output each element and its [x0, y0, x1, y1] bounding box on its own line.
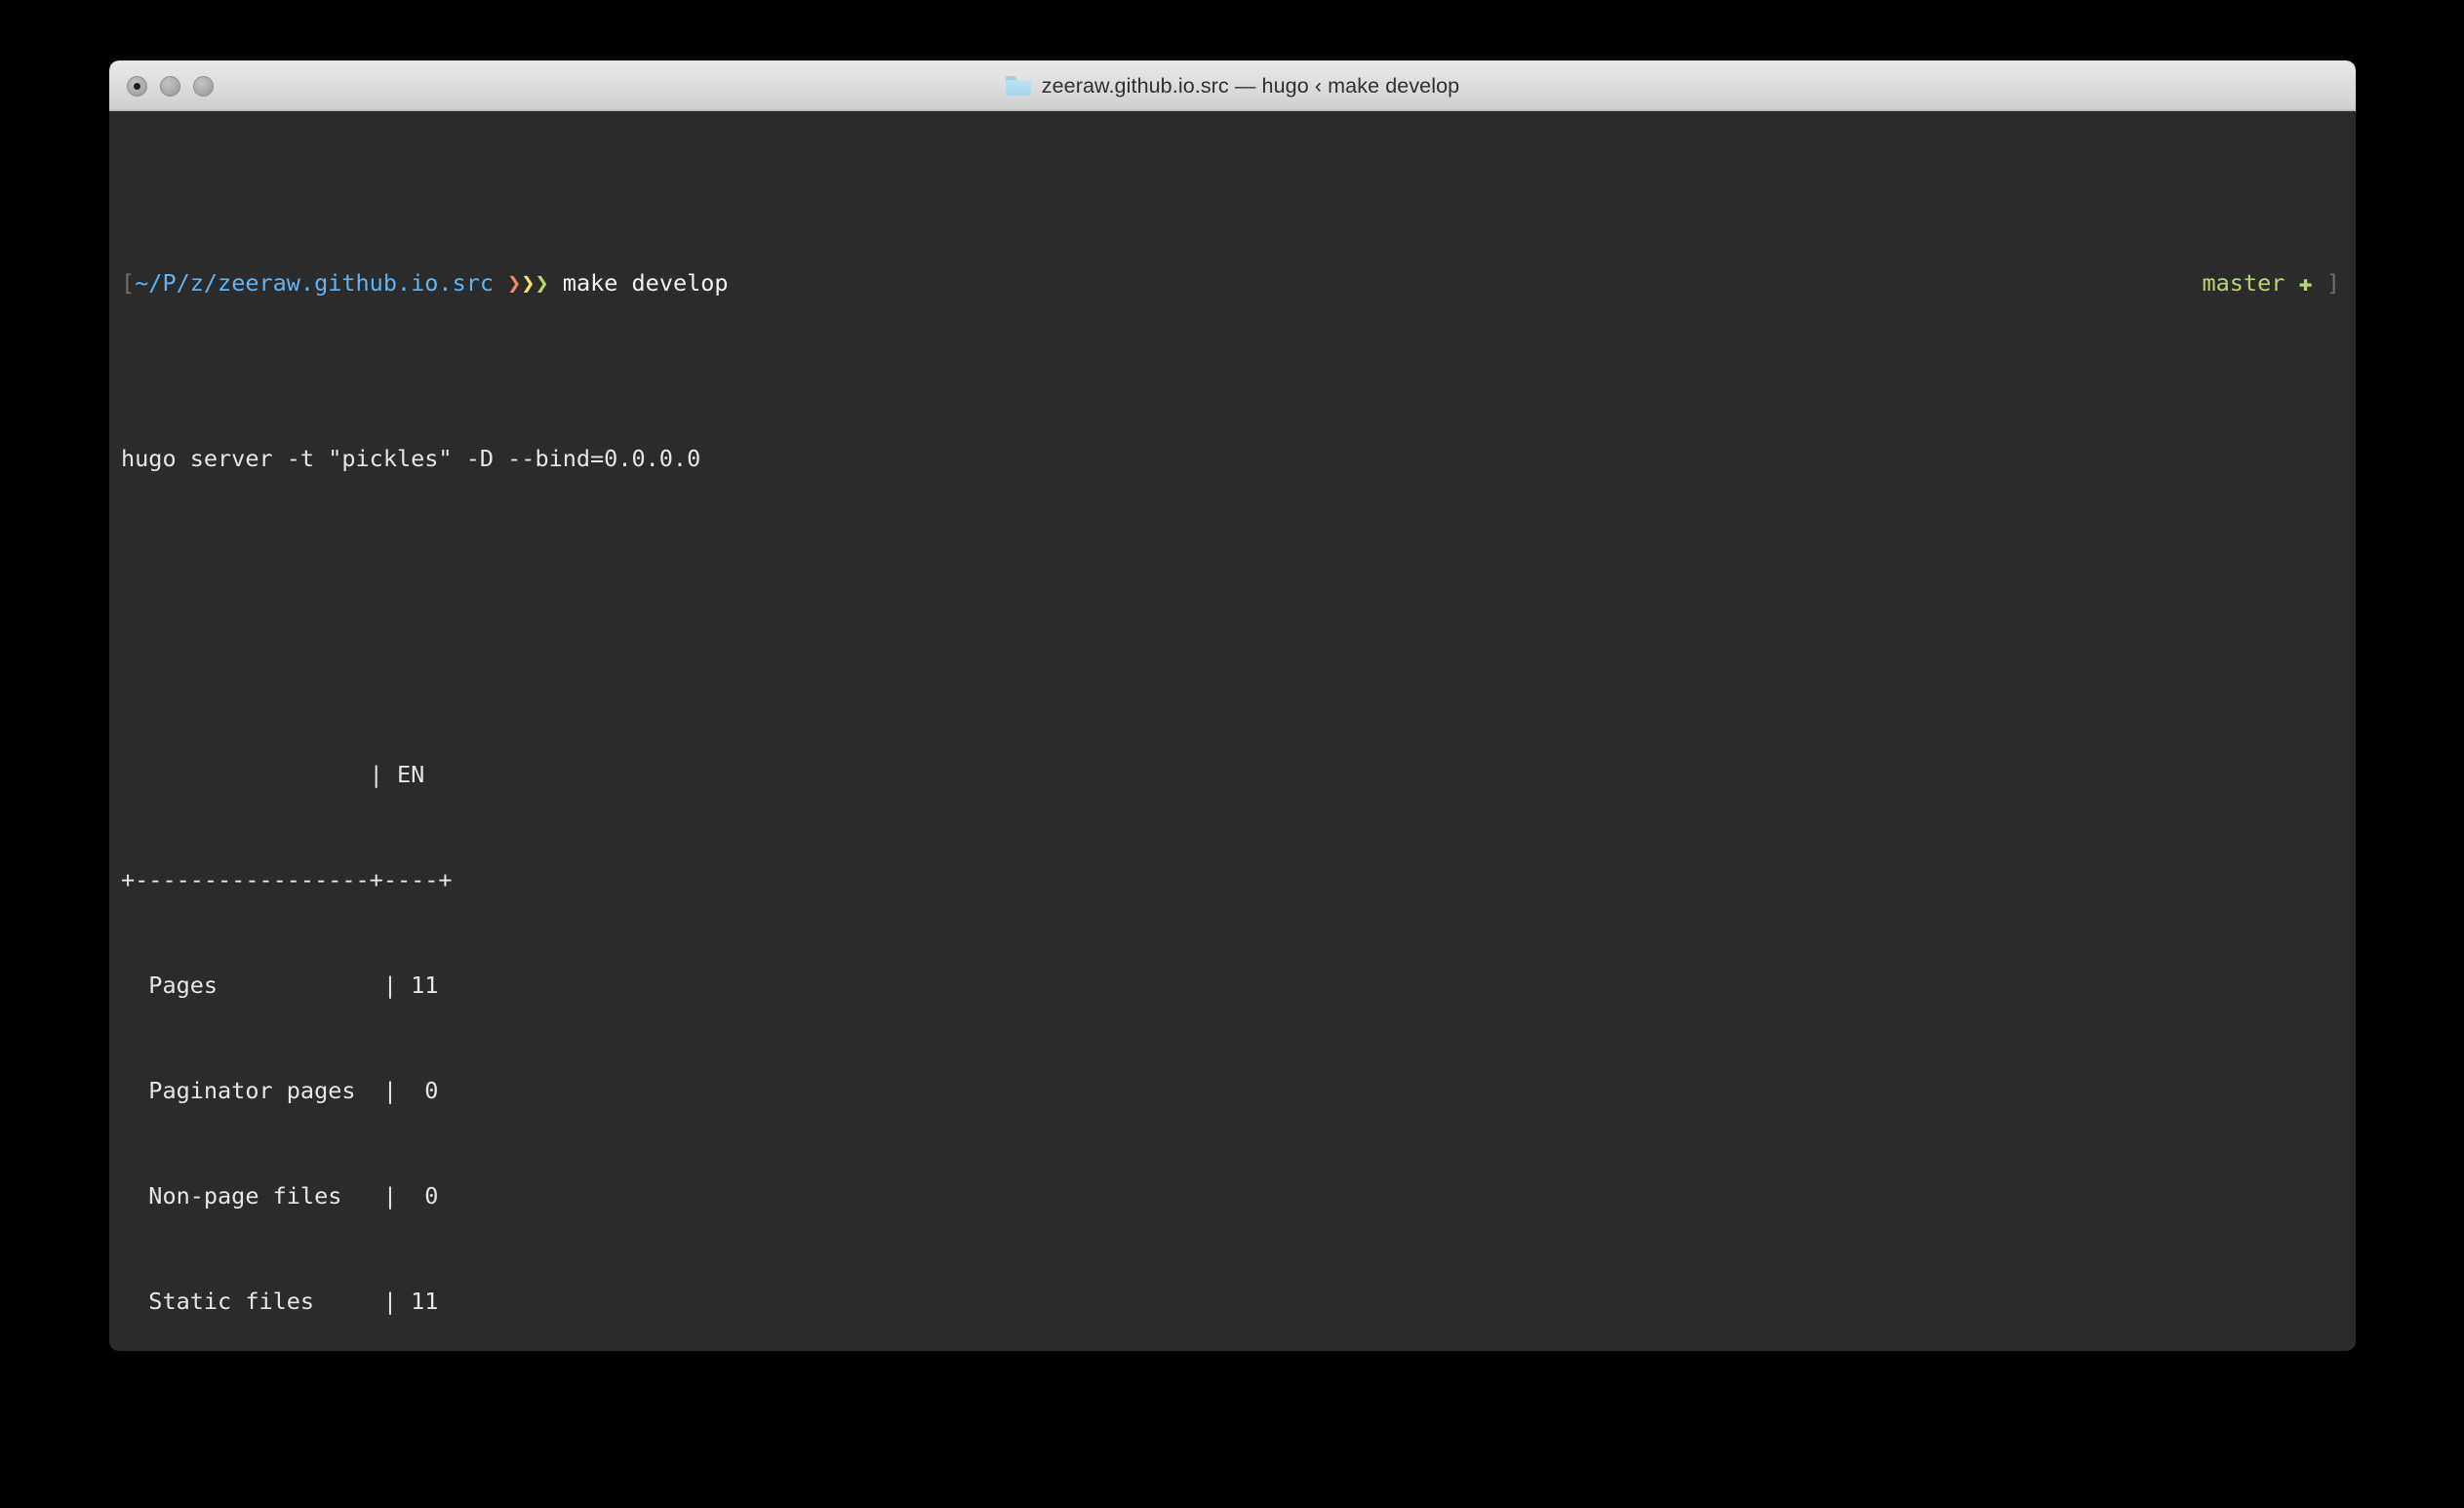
terminal-window: zeeraw.github.io.src — hugo ‹ make devel… — [109, 60, 2356, 1351]
stats-table-header: | EN — [121, 761, 425, 788]
prompt-chevron-3-icon: ❯ — [535, 269, 549, 297]
prompt-line: [~/P/z/zeeraw.github.io.src ❯❯❯ make dev… — [121, 265, 2356, 300]
window-title-group: zeeraw.github.io.src — hugo ‹ make devel… — [1005, 73, 1460, 99]
stats-row-paginator-pages: Paginator pages | 0 — [121, 1077, 439, 1104]
prompt-close-bracket: ] — [2325, 269, 2340, 297]
prompt-chevron-1-icon: ❯ — [507, 269, 522, 297]
window-controls — [127, 60, 214, 111]
terminal-body[interactable]: [~/P/z/zeeraw.github.io.src ❯❯❯ make dev… — [109, 111, 2356, 1351]
prompt-command: make develop — [562, 269, 729, 297]
prompt-open-bracket: [ — [121, 269, 136, 297]
git-branch-indicator: master ✚ ] — [2202, 265, 2340, 300]
minimize-button[interactable] — [160, 75, 180, 97]
window-title: zeeraw.github.io.src — hugo ‹ make devel… — [1041, 73, 1460, 98]
desktop-background: zeeraw.github.io.src — hugo ‹ make devel… — [0, 0, 2464, 1508]
git-branch-name: master — [2202, 269, 2285, 297]
stats-row-static-files: Static files | 11 — [121, 1288, 439, 1315]
prompt-path: ~/P/z/zeeraw.github.io.src — [135, 269, 495, 297]
terminal-output: [~/P/z/zeeraw.github.io.src ❯❯❯ make dev… — [109, 125, 2356, 1351]
command-echo-line: hugo server -t "pickles" -D --bind=0.0.0… — [121, 445, 701, 472]
folder-icon — [1005, 76, 1031, 96]
close-button[interactable] — [127, 75, 147, 97]
git-dirty-icon: ✚ — [2298, 269, 2313, 297]
window-titlebar[interactable]: zeeraw.github.io.src — hugo ‹ make devel… — [109, 60, 2356, 111]
prompt-chevron-2-icon: ❯ — [521, 269, 536, 297]
zoom-button[interactable] — [193, 75, 214, 97]
stats-row-non-page-files: Non-page files | 0 — [121, 1182, 439, 1210]
stats-row-pages: Pages | 11 — [121, 972, 439, 999]
stats-table-separator: +-----------------+----+ — [121, 866, 453, 893]
